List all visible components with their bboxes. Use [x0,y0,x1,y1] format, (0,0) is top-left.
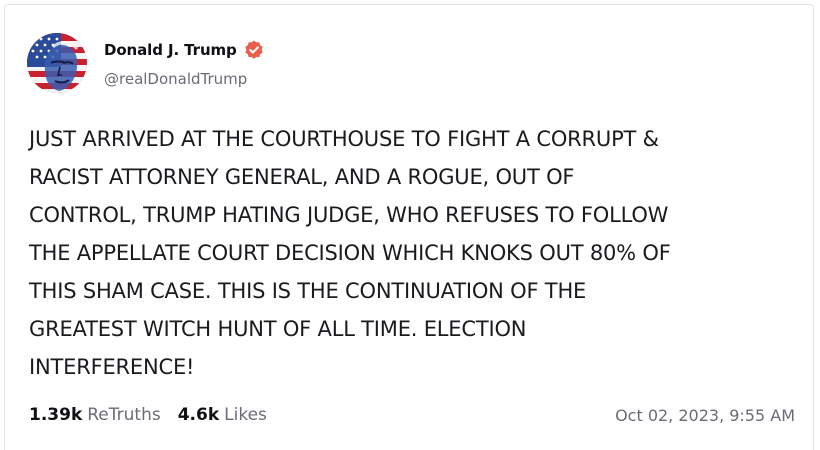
likes-stat[interactable]: 4.6k Likes [178,405,267,425]
retruths-count: 1.39k [29,405,83,425]
author-names: Donald J. Trump @realDonaldTrump [104,38,265,88]
post-header: Donald J. Trump @realDonaldTrump [27,33,265,93]
post-text: JUST ARRIVED AT THE COURTHOUSE TO FIGHT … [29,127,671,379]
post-timestamp[interactable]: Oct 02, 2023, 9:55 AM [615,406,795,425]
author-handle[interactable]: @realDonaldTrump [104,70,265,88]
avatar-flag-portrait-icon [27,33,87,93]
author-display-name[interactable]: Donald J. Trump [104,41,237,59]
author-name-row: Donald J. Trump [104,38,265,62]
retruths-stat[interactable]: 1.39k ReTruths [29,405,161,425]
post-footer: 1.39k ReTruths 4.6k Likes Oct 02, 2023, … [29,403,795,427]
verified-badge-icon [243,39,265,61]
post-card: Donald J. Trump @realDonaldTrump JUST AR… [4,4,814,450]
author-avatar[interactable] [27,33,87,93]
likes-count: 4.6k [177,405,220,425]
likes-label: Likes [224,405,267,425]
retruths-label: ReTruths [87,405,161,425]
